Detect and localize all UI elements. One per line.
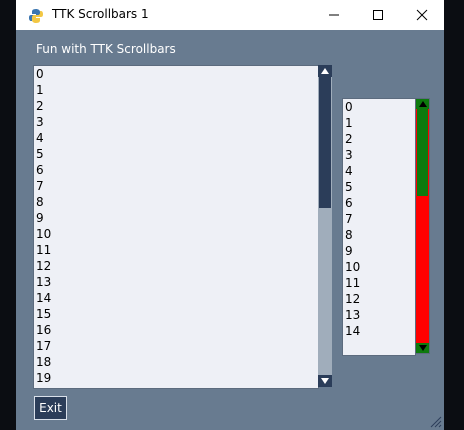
right-list: 0 1 2 3 4 5 6 7 8 9 10 11 12 13 14 <box>343 99 415 339</box>
list-item[interactable]: 1 <box>343 115 415 131</box>
list-item[interactable]: 10 <box>34 226 318 242</box>
close-button[interactable] <box>400 0 444 30</box>
list-item[interactable]: 11 <box>34 242 318 258</box>
main-frame: Fun with TTK Scrollbars 0 1 2 3 4 5 6 7 8 9 10 11 12… <box>16 30 444 430</box>
arrow-down-icon <box>418 345 427 351</box>
list-item[interactable]: 12 <box>343 291 415 307</box>
page-heading: Fun with TTK Scrollbars <box>36 42 176 56</box>
list-item[interactable]: 4 <box>34 130 318 146</box>
list-item[interactable]: 4 <box>343 163 415 179</box>
list-item[interactable]: 2 <box>34 98 318 114</box>
list-item[interactable]: 0 <box>343 99 415 115</box>
left-scroll-down-button[interactable] <box>318 375 332 387</box>
title-bar[interactable]: TTK Scrollbars 1 <box>16 0 444 30</box>
list-item[interactable]: 16 <box>34 322 318 338</box>
maximize-icon <box>373 10 383 20</box>
left-listbox[interactable]: 0 1 2 3 4 5 6 7 8 9 10 11 12 13 14 15 16 17 18 19 <box>33 65 319 389</box>
list-item[interactable]: 13 <box>34 274 318 290</box>
list-item[interactable]: 6 <box>343 195 415 211</box>
app-window: TTK Scrollbars 1 Fun with TTK Scrollbars… <box>16 0 444 430</box>
list-item[interactable]: 17 <box>34 338 318 354</box>
list-item[interactable]: 7 <box>343 211 415 227</box>
list-item[interactable]: 12 <box>34 258 318 274</box>
list-item[interactable]: 0 <box>34 66 318 82</box>
list-item[interactable]: 9 <box>34 210 318 226</box>
arrow-up-icon <box>321 68 329 74</box>
list-item[interactable]: 15 <box>34 306 318 322</box>
arrow-down-icon <box>321 378 329 384</box>
arrow-up-icon <box>418 101 427 107</box>
list-item[interactable]: 7 <box>34 178 318 194</box>
list-item[interactable]: 18 <box>34 354 318 370</box>
right-scroll-up-button[interactable] <box>416 99 429 109</box>
list-item[interactable]: 19 <box>34 370 318 386</box>
right-scroll-thumb[interactable] <box>417 109 428 196</box>
list-item[interactable]: 3 <box>343 147 415 163</box>
resize-grip-icon[interactable] <box>428 414 442 428</box>
list-item[interactable]: 8 <box>343 227 415 243</box>
list-item[interactable]: 8 <box>34 194 318 210</box>
list-item[interactable]: 13 <box>343 307 415 323</box>
minimize-icon <box>329 14 339 16</box>
list-item[interactable]: 5 <box>343 179 415 195</box>
left-scroll-thumb[interactable] <box>319 77 331 208</box>
left-scroll-up-button[interactable] <box>318 65 332 77</box>
list-item[interactable]: 1 <box>34 82 318 98</box>
right-scroll-down-button[interactable] <box>416 343 429 353</box>
list-item[interactable]: 10 <box>343 259 415 275</box>
list-item[interactable]: 11 <box>343 275 415 291</box>
exit-button[interactable]: Exit <box>34 396 67 420</box>
list-item[interactable]: 3 <box>34 114 318 130</box>
list-item[interactable]: 5 <box>34 146 318 162</box>
left-scrollbar[interactable] <box>318 65 332 387</box>
list-item[interactable]: 14 <box>34 290 318 306</box>
left-list: 0 1 2 3 4 5 6 7 8 9 10 11 12 13 14 15 16 17 18 19 <box>34 66 318 386</box>
window-title: TTK Scrollbars 1 <box>52 7 149 21</box>
maximize-button[interactable] <box>356 0 400 30</box>
right-listbox[interactable]: 0 1 2 3 4 5 6 7 8 9 10 11 12 13 14 <box>342 98 416 356</box>
list-item[interactable]: 14 <box>343 323 415 339</box>
list-item[interactable]: 9 <box>343 243 415 259</box>
list-item[interactable]: 2 <box>343 131 415 147</box>
python-feather-icon <box>29 9 43 23</box>
close-icon <box>416 9 428 21</box>
minimize-button[interactable] <box>312 0 356 30</box>
right-scrollbar[interactable] <box>415 98 430 354</box>
list-item[interactable]: 6 <box>34 162 318 178</box>
